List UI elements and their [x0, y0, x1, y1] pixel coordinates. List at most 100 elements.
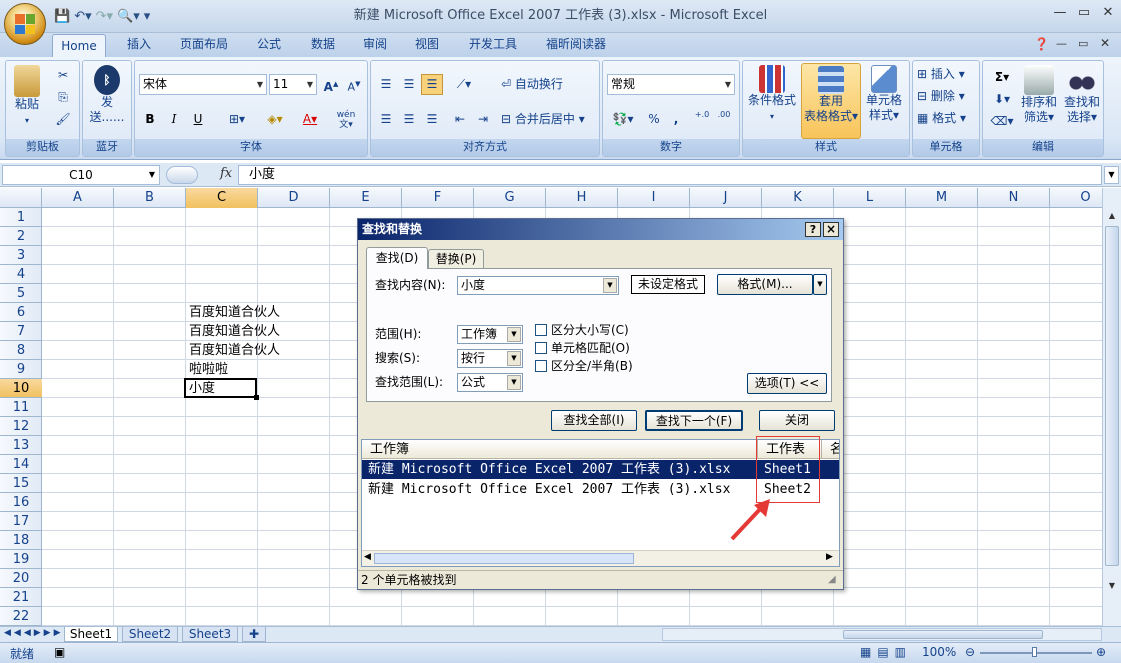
increase-indent-icon[interactable]: ⇥ [472, 109, 494, 130]
row-header-1[interactable]: 1 [0, 208, 42, 227]
border-icon[interactable]: ⊞▾ [221, 109, 253, 130]
save-icon[interactable]: 💾 [54, 9, 70, 24]
align-top-icon[interactable]: ☰ [375, 74, 397, 95]
row-header-17[interactable]: 17 [0, 512, 42, 531]
shrink-font-button[interactable]: A▼ [343, 74, 365, 95]
align-bottom-icon[interactable]: ☰ [421, 74, 443, 95]
fill-handle[interactable] [254, 395, 259, 400]
align-middle-icon[interactable]: ☰ [398, 74, 420, 95]
tab-formulas[interactable]: 公式 [246, 33, 292, 57]
tab-home[interactable]: Home [52, 34, 106, 58]
redo-icon[interactable]: ↷▾ [96, 9, 113, 24]
row-header-11[interactable]: 11 [0, 398, 42, 417]
horizontal-scrollbar[interactable] [662, 628, 1102, 641]
tab-foxit[interactable]: 福昕阅读器 [538, 33, 614, 57]
autosum-button[interactable]: Σ▾ [987, 67, 1017, 88]
sheet-tab-3[interactable]: Sheet3 [182, 627, 238, 642]
scroll-right-icon[interactable]: ▶ [826, 552, 833, 562]
sheet-tab-1[interactable]: Sheet1 [64, 627, 118, 642]
name-box[interactable]: C10 ▼ [2, 165, 160, 185]
tab-developer[interactable]: 开发工具 [458, 33, 528, 57]
doc-minimize-button[interactable]: — [1056, 37, 1067, 50]
column-header-k[interactable]: K [762, 188, 834, 208]
format-painter-icon[interactable]: 🖌 [52, 109, 74, 130]
scroll-down-icon[interactable]: ▼ [1104, 578, 1120, 594]
clear-icon[interactable]: ⌫▾ [987, 111, 1017, 132]
column-header-j[interactable]: J [690, 188, 762, 208]
column-header-h[interactable]: H [546, 188, 618, 208]
formula-input[interactable]: 小度 [238, 165, 1102, 185]
resize-grip-icon[interactable]: ◢ [828, 574, 836, 585]
decrease-decimal-button[interactable]: .00 [713, 109, 735, 130]
row-header-19[interactable]: 19 [0, 550, 42, 569]
grow-font-button[interactable]: A▲ [320, 74, 342, 95]
tab-find[interactable]: 查找(D) [366, 247, 428, 269]
tab-replace[interactable]: 替换(P) [428, 249, 484, 268]
vertical-scrollbar[interactable]: ▲ ▼ [1102, 188, 1121, 626]
column-header-g[interactable]: G [474, 188, 546, 208]
row-header-13[interactable]: 13 [0, 436, 42, 455]
tab-view[interactable]: 视图 [404, 33, 450, 57]
minimize-button[interactable]: — [1048, 4, 1072, 24]
row-header-18[interactable]: 18 [0, 531, 42, 550]
help-icon[interactable]: ❓ [1034, 37, 1049, 51]
column-header-l[interactable]: L [834, 188, 906, 208]
results-hscrollbar[interactable]: ◀ ▶ [362, 550, 839, 566]
decrease-indent-icon[interactable]: ⇤ [449, 109, 471, 130]
row-header-2[interactable]: 2 [0, 227, 42, 246]
sort-filter-button[interactable]: ​ 排序和筛选▾ [1019, 65, 1059, 125]
new-sheet-icon[interactable]: ✚ [242, 627, 266, 642]
table-format-button[interactable]: 套用 表格格式▾ [801, 63, 861, 139]
options-button[interactable]: 选项(T) << [747, 373, 827, 394]
office-button[interactable] [4, 3, 46, 45]
match-case-checkbox[interactable] [535, 324, 547, 336]
comma-button[interactable]: , [665, 109, 687, 130]
scroll-up-icon[interactable]: ▲ [1104, 208, 1120, 224]
cell-styles-button[interactable]: 单元格 样式▾ [861, 65, 907, 123]
tab-review[interactable]: 审阅 [352, 33, 398, 57]
row-header-15[interactable]: 15 [0, 474, 42, 493]
select-all-corner[interactable] [0, 188, 42, 208]
fill-icon[interactable]: ⬇▾ [987, 89, 1017, 110]
zoom-level[interactable]: 100% [922, 645, 956, 659]
font-color-button[interactable]: A▾ [295, 109, 325, 130]
zoom-in-icon[interactable]: ⊕ [1096, 645, 1106, 659]
tab-data[interactable]: 数据 [300, 33, 346, 57]
zoom-slider-thumb[interactable] [1032, 647, 1037, 657]
row-header-6[interactable]: 6 [0, 303, 42, 322]
look-in-select[interactable]: 公式 ▼ [457, 373, 523, 392]
wrap-text-button[interactable]: ⏎ 自动换行 [501, 77, 597, 92]
zoom-out-icon[interactable]: ⊖ [965, 645, 975, 659]
phonetic-button[interactable]: wén 文▾ [329, 109, 363, 130]
find-all-button[interactable]: 查找全部(I) [551, 410, 637, 431]
row-header-14[interactable]: 14 [0, 455, 42, 474]
scope-select[interactable]: 工作簿 ▼ [457, 325, 523, 344]
orientation-icon[interactable]: ⟋▾ [449, 74, 479, 95]
column-header-e[interactable]: E [330, 188, 402, 208]
row-header-4[interactable]: 4 [0, 265, 42, 284]
bluetooth-send-button[interactable]: ᛒ 发 送...... [87, 65, 127, 125]
formula-expand-icon[interactable] [166, 166, 198, 184]
paste-button[interactable]: 粘贴 ▾ [10, 65, 44, 128]
format-button[interactable]: 格式(M)... [717, 274, 813, 295]
cut-icon[interactable]: ✂ [52, 65, 74, 86]
cell-c8[interactable]: 百度知道合伙人 [186, 341, 280, 360]
row-header-16[interactable]: 16 [0, 493, 42, 512]
font-name-combo[interactable]: 宋体 ▼ [139, 74, 267, 95]
search-order-select[interactable]: 按行 ▼ [457, 349, 523, 368]
customize-qat-icon[interactable]: ▾ [144, 9, 151, 24]
formula-collapse-icon[interactable]: ▼ [1104, 166, 1119, 184]
align-right-icon[interactable]: ☰ [421, 109, 443, 130]
align-center-icon[interactable]: ☰ [398, 109, 420, 130]
format-dropdown-icon[interactable]: ▼ [813, 274, 827, 295]
column-header-n[interactable]: N [978, 188, 1050, 208]
merge-center-button[interactable]: ⊟ 合并后居中 ▾ [501, 112, 599, 127]
row-header-22[interactable]: 22 [0, 607, 42, 626]
format-cells-button[interactable]: ▦ 格式 ▾ [917, 111, 979, 126]
row-header-21[interactable]: 21 [0, 588, 42, 607]
row-header-9[interactable]: 9 [0, 360, 42, 379]
column-header-d[interactable]: D [258, 188, 330, 208]
print-preview-icon[interactable]: 🔍▾ [117, 9, 140, 24]
row-header-3[interactable]: 3 [0, 246, 42, 265]
row-header-10[interactable]: 10 [0, 379, 42, 398]
